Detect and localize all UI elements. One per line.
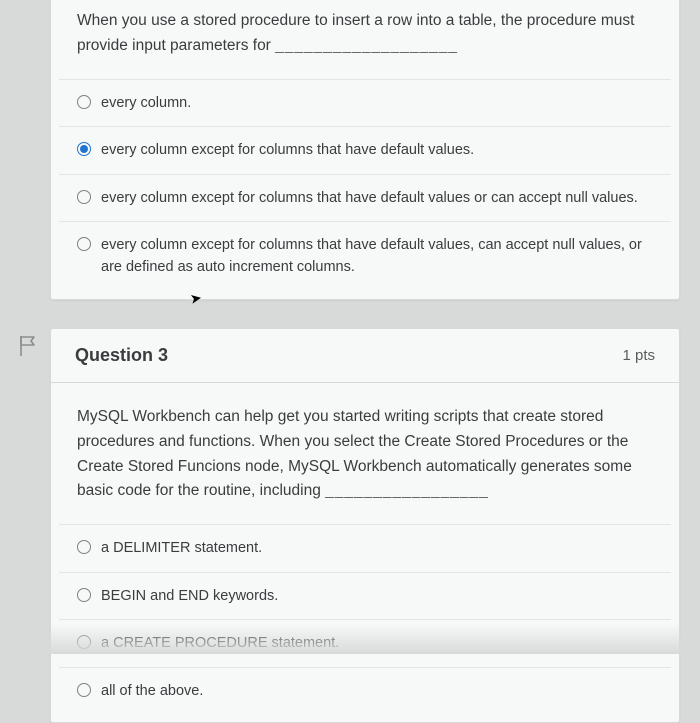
question-3-stem: MySQL Workbench can help get you started… — [51, 383, 679, 524]
question-title: Question 3 — [75, 345, 168, 366]
option-q2-3[interactable]: every column except for columns that hav… — [59, 221, 671, 291]
question-3-header: Question 3 1 pts — [51, 329, 679, 383]
option-label: a DELIMITER statement. — [101, 537, 262, 559]
question-2-card: When you use a stored procedure to inser… — [50, 0, 680, 300]
radio-icon — [77, 142, 91, 156]
radio-icon — [77, 683, 91, 697]
option-q2-2[interactable]: every column except for columns that hav… — [59, 174, 671, 221]
option-label: every column except for columns that hav… — [101, 187, 638, 209]
option-label: every column. — [101, 92, 191, 114]
option-q3-0[interactable]: a DELIMITER statement. — [59, 524, 671, 571]
option-label: every column except for columns that hav… — [101, 139, 474, 161]
blank: _________________ — [325, 482, 489, 499]
option-label: BEGIN and END keywords. — [101, 585, 278, 607]
question-2-stem: When you use a stored procedure to inser… — [51, 0, 679, 79]
question-points: 1 pts — [622, 347, 655, 364]
option-q3-1[interactable]: BEGIN and END keywords. — [59, 572, 671, 619]
question-3-options: a DELIMITER statement. BEGIN and END key… — [51, 524, 679, 722]
radio-icon — [77, 237, 91, 251]
radio-icon — [77, 95, 91, 109]
cursor-icon: ➤ — [189, 289, 204, 308]
option-label: all of the above. — [101, 680, 203, 702]
option-q3-2[interactable]: a CREATE PROCEDURE statement. — [59, 619, 671, 666]
radio-icon — [77, 540, 91, 554]
option-q3-3[interactable]: all of the above. — [59, 667, 671, 714]
option-label: every column except for columns that hav… — [101, 234, 653, 279]
radio-icon — [77, 190, 91, 204]
question-3-card: Question 3 1 pts MySQL Workbench can hel… — [50, 328, 680, 723]
option-label: a CREATE PROCEDURE statement. — [101, 632, 339, 654]
blank: ___________________ — [275, 37, 458, 54]
option-q2-1[interactable]: every column except for columns that hav… — [59, 126, 671, 173]
radio-icon — [77, 588, 91, 602]
question-2-options: every column. every column except for co… — [51, 79, 679, 299]
option-q2-0[interactable]: every column. — [59, 79, 671, 126]
radio-icon — [77, 635, 91, 649]
flag-icon[interactable] — [18, 335, 38, 357]
